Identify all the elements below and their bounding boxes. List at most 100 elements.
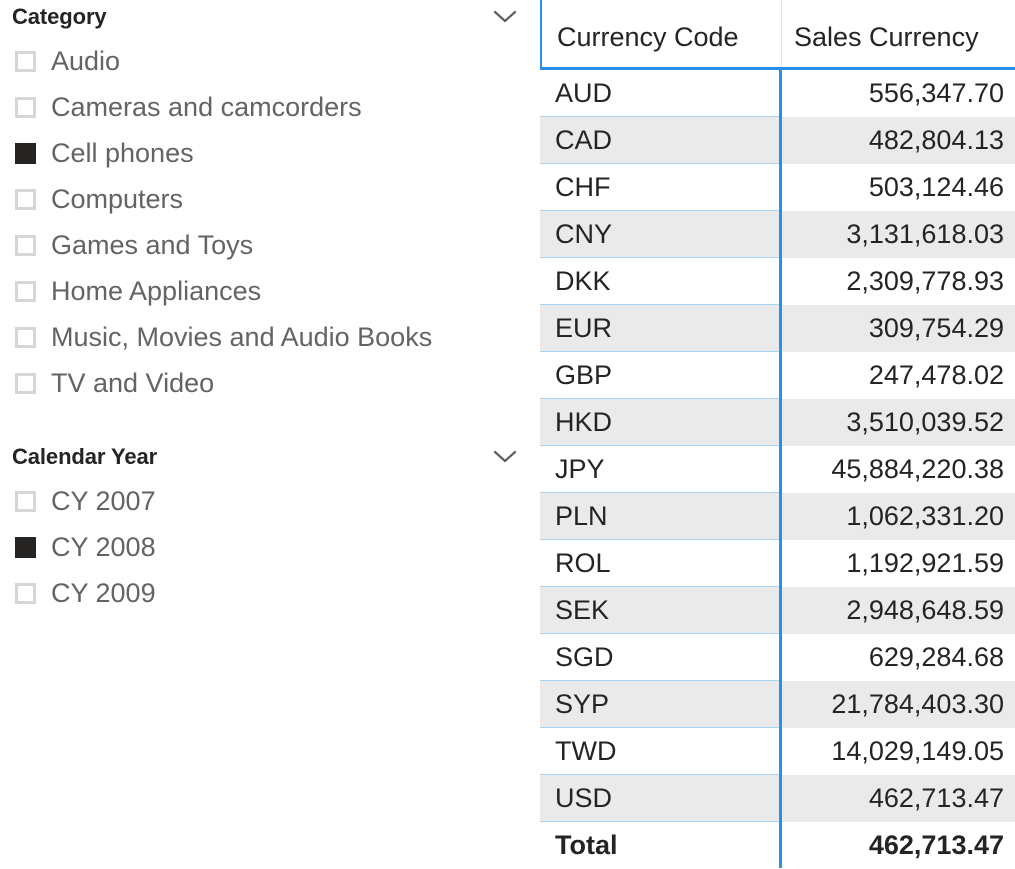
slicer-item[interactable]: Cell phones bbox=[0, 130, 540, 176]
checkbox-unchecked-icon[interactable] bbox=[15, 96, 36, 118]
cell-sales-currency: 462,713.47 bbox=[868, 783, 1004, 813]
slicer-category-header: Category bbox=[0, 0, 540, 34]
column-divider bbox=[779, 70, 782, 868]
report-canvas: Category Audio Cameras and camcorders Cell… bbox=[0, 0, 1015, 869]
cell-currency-code: ROL bbox=[540, 540, 779, 587]
table-row[interactable]: CHF 503,124.46 bbox=[540, 164, 1015, 211]
chevron-down-icon[interactable] bbox=[492, 448, 518, 466]
table-row[interactable]: SYP 21,784,403.30 bbox=[540, 681, 1015, 728]
cell-currency-code: SEK bbox=[540, 587, 779, 634]
table-row[interactable]: SEK 2,948,648.59 bbox=[540, 587, 1015, 634]
cell-sales-currency: 3,131,618.03 bbox=[846, 219, 1004, 249]
checkbox-checked-icon[interactable] bbox=[15, 142, 36, 164]
table-row[interactable]: CAD 482,804.13 bbox=[540, 117, 1015, 164]
slicer-item[interactable]: Home Appliances bbox=[0, 268, 540, 314]
slicer-item-label: CY 2007 bbox=[51, 485, 156, 516]
cell-total-value: 462,713.47 bbox=[868, 830, 1004, 860]
cell-currency-code: SYP bbox=[540, 681, 779, 728]
slicer-item[interactable]: Computers bbox=[0, 176, 540, 222]
table-row[interactable]: SGD 629,284.68 bbox=[540, 634, 1015, 681]
slicer-item-label: CY 2009 bbox=[51, 577, 156, 608]
checkbox-unchecked-icon[interactable] bbox=[15, 326, 36, 348]
slicer-calendar-year: Calendar Year CY 2007 CY 2008 CY 2009 bbox=[0, 440, 540, 616]
checkbox-unchecked-icon[interactable] bbox=[15, 234, 36, 256]
checkbox-unchecked-icon[interactable] bbox=[15, 188, 36, 210]
slicer-item-label: Cameras and camcorders bbox=[51, 91, 362, 122]
slicer-calendar-year-title: Calendar Year bbox=[12, 444, 158, 469]
cell-currency-code: CNY bbox=[540, 211, 779, 258]
cell-currency-code: HKD bbox=[540, 399, 779, 446]
slicer-item-label: Audio bbox=[51, 45, 121, 76]
table-row[interactable]: GBP 247,478.02 bbox=[540, 352, 1015, 399]
slicer-item-label: Games and Toys bbox=[51, 229, 254, 260]
cell-currency-code: GBP bbox=[540, 352, 779, 399]
slicer-item[interactable]: Music, Movies and Audio Books bbox=[0, 314, 540, 360]
sales-by-currency-table: Currency Code Sales Currency AUD 556,347.… bbox=[540, 0, 1015, 869]
cell-sales-currency: 14,029,149.05 bbox=[831, 736, 1004, 766]
table-row[interactable]: JPY 45,884,220.38 bbox=[540, 446, 1015, 493]
cell-currency-code: DKK bbox=[540, 258, 779, 305]
cell-sales-currency: 482,804.13 bbox=[868, 125, 1004, 155]
cell-sales-currency: 309,754.29 bbox=[868, 313, 1004, 343]
column-header-currency-code[interactable]: Currency Code bbox=[542, 0, 782, 67]
slicer-item[interactable]: CY 2007 bbox=[0, 478, 540, 524]
table-header-row: Currency Code Sales Currency bbox=[540, 0, 1015, 70]
slicer-item-label: Music, Movies and Audio Books bbox=[51, 321, 433, 352]
slicer-item-label: Computers bbox=[51, 183, 184, 214]
slicer-item[interactable]: Audio bbox=[0, 38, 540, 84]
checkbox-unchecked-icon[interactable] bbox=[15, 582, 36, 604]
table-row[interactable]: EUR 309,754.29 bbox=[540, 305, 1015, 352]
cell-currency-code: JPY bbox=[540, 446, 779, 493]
slicer-calendar-year-items: CY 2007 CY 2008 CY 2009 bbox=[0, 478, 540, 616]
cell-currency-code: AUD bbox=[540, 70, 779, 117]
slicer-panel: Category Audio Cameras and camcorders Cell… bbox=[0, 0, 540, 868]
slicer-calendar-year-header: Calendar Year bbox=[0, 440, 540, 474]
slicer-spacer bbox=[0, 406, 540, 440]
checkbox-unchecked-icon[interactable] bbox=[15, 280, 36, 302]
slicer-item[interactable]: Cameras and camcorders bbox=[0, 84, 540, 130]
table-row[interactable]: PLN 1,062,331.20 bbox=[540, 493, 1015, 540]
column-header-sales-currency[interactable]: Sales Currency bbox=[782, 0, 1015, 67]
table-row[interactable]: CNY 3,131,618.03 bbox=[540, 211, 1015, 258]
checkbox-unchecked-icon[interactable] bbox=[15, 50, 36, 72]
table-row[interactable]: HKD 3,510,039.52 bbox=[540, 399, 1015, 446]
table-row[interactable]: AUD 556,347.70 bbox=[540, 70, 1015, 117]
table-row[interactable]: DKK 2,309,778.93 bbox=[540, 258, 1015, 305]
table-row[interactable]: USD 462,713.47 bbox=[540, 775, 1015, 822]
chevron-down-icon[interactable] bbox=[492, 8, 518, 26]
slicer-category-items: Audio Cameras and camcorders Cell phones Co… bbox=[0, 38, 540, 406]
cell-sales-currency: 247,478.02 bbox=[868, 360, 1004, 390]
cell-sales-currency: 45,884,220.38 bbox=[831, 454, 1004, 484]
cell-sales-currency: 2,948,648.59 bbox=[846, 595, 1004, 625]
cell-currency-code: USD bbox=[540, 775, 779, 822]
slicer-item-label: CY 2008 bbox=[51, 531, 156, 562]
table-row[interactable]: TWD 14,029,149.05 bbox=[540, 728, 1015, 775]
cell-currency-code: CAD bbox=[540, 117, 779, 164]
table-total-row: Total 462,713.47 bbox=[540, 822, 1015, 869]
cell-currency-code: EUR bbox=[540, 305, 779, 352]
table-row[interactable]: ROL 1,192,921.59 bbox=[540, 540, 1015, 587]
cell-sales-currency: 3,510,039.52 bbox=[846, 407, 1004, 437]
cell-currency-code: CHF bbox=[540, 164, 779, 211]
cell-currency-code: TWD bbox=[540, 728, 779, 775]
slicer-category: Category Audio Cameras and camcorders Cell… bbox=[0, 0, 540, 406]
cell-sales-currency: 629,284.68 bbox=[868, 642, 1004, 672]
slicer-item[interactable]: TV and Video bbox=[0, 360, 540, 406]
checkbox-unchecked-icon[interactable] bbox=[15, 372, 36, 394]
checkbox-checked-icon[interactable] bbox=[15, 536, 36, 558]
slicer-item[interactable]: CY 2009 bbox=[0, 570, 540, 616]
cell-currency-code: SGD bbox=[540, 634, 779, 681]
slicer-item-label: Home Appliances bbox=[51, 275, 262, 306]
slicer-category-title: Category bbox=[12, 4, 107, 29]
cell-total-label: Total bbox=[555, 830, 618, 860]
cell-sales-currency: 2,309,778.93 bbox=[846, 266, 1004, 296]
cell-sales-currency: 1,062,331.20 bbox=[846, 501, 1004, 531]
cell-sales-currency: 556,347.70 bbox=[868, 78, 1004, 108]
cell-sales-currency: 21,784,403.30 bbox=[831, 689, 1004, 719]
cell-sales-currency: 1,192,921.59 bbox=[846, 548, 1004, 578]
checkbox-unchecked-icon[interactable] bbox=[15, 490, 36, 512]
table-body: AUD 556,347.70 CAD 482,804.13 CHF 503,124.46 C… bbox=[540, 70, 1015, 869]
slicer-item[interactable]: CY 2008 bbox=[0, 524, 540, 570]
cell-currency-code: PLN bbox=[540, 493, 779, 540]
slicer-item[interactable]: Games and Toys bbox=[0, 222, 540, 268]
